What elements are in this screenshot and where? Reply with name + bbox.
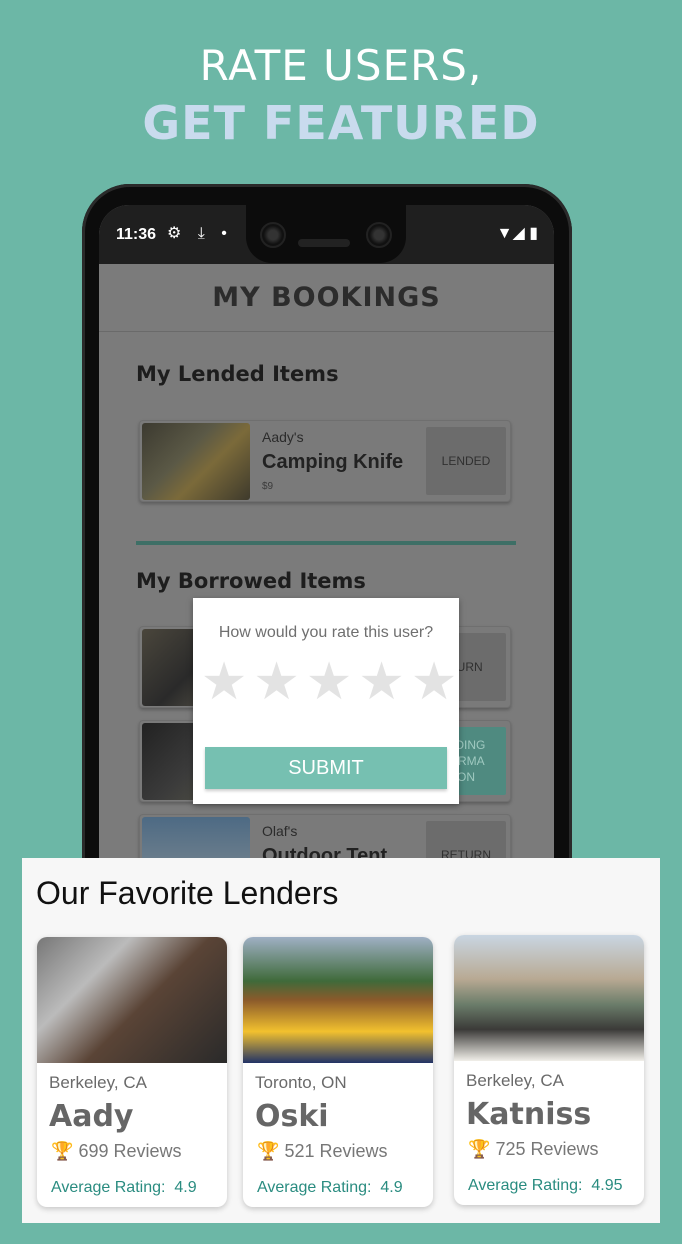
lender-rating: Average Rating: 4.95 [468, 1177, 623, 1194]
booking-card[interactable]: Aady's Camping Knife $9 LENDED [139, 420, 511, 502]
item-photo [142, 423, 250, 500]
lender-reviews: 🏆 725 Reviews [468, 1139, 599, 1159]
lender-name: Oski [255, 1099, 329, 1134]
lender-name: Aady [49, 1099, 134, 1134]
star-icon[interactable]: ★ [357, 654, 407, 710]
favorite-lenders-panel: Our Favorite Lenders Berkeley, CA Aady 🏆… [22, 858, 660, 1223]
submit-button[interactable]: SUBMIT [205, 747, 447, 789]
lender-avatar [243, 937, 433, 1063]
trophy-icon: 🏆 [51, 1141, 74, 1161]
item-price: $9 [262, 481, 274, 492]
star-icon[interactable]: ★ [252, 654, 302, 710]
status-signal-battery-icons: ▼◢ ▮ [496, 225, 538, 242]
star-icon[interactable]: ★ [304, 654, 354, 710]
lender-card[interactable]: Toronto, ON Oski 🏆 521 Reviews Average R… [243, 937, 433, 1207]
camera-icon [366, 222, 392, 248]
borrowed-section-title: My Borrowed Items [136, 569, 366, 593]
lender-card[interactable]: Berkeley, CA Katniss 🏆 725 Reviews Avera… [454, 935, 644, 1205]
headline-line-1: RATE USERS, [199, 41, 483, 90]
section-divider [136, 541, 516, 545]
camera-icon [260, 222, 286, 248]
lender-city: Berkeley, CA [466, 1071, 564, 1090]
trophy-icon: 🏆 [468, 1139, 491, 1159]
status-time: 11:36 [116, 226, 157, 243]
lended-status-button[interactable]: LENDED [426, 427, 506, 495]
lender-card[interactable]: Berkeley, CA Aady 🏆 699 Reviews Average … [37, 937, 227, 1207]
camera-notch [246, 205, 406, 263]
lended-section-title: My Lended Items [136, 362, 339, 386]
lender-city: Berkeley, CA [49, 1073, 147, 1092]
status-notification-icons: ⚙ ⤓ • [167, 225, 233, 242]
headline-line-2: GET FEATURED [142, 96, 540, 150]
lender-reviews: 🏆 521 Reviews [257, 1141, 388, 1161]
page-title: MY BOOKINGS [99, 264, 554, 332]
trophy-icon: 🏆 [257, 1141, 280, 1161]
lender-city: Toronto, ON [255, 1073, 347, 1092]
speaker-grille [298, 239, 350, 247]
lender-avatar [37, 937, 227, 1063]
lender-rating: Average Rating: 4.9 [51, 1179, 197, 1196]
item-name: Camping Knife [262, 451, 404, 473]
item-owner: Aady's [262, 429, 304, 445]
lender-name: Katniss [466, 1097, 592, 1132]
item-owner: Olaf's [262, 823, 298, 839]
status-bar: 11:36 ⚙ ⤓ • ▼◢ ▮ [99, 205, 554, 264]
lender-reviews: 🏆 699 Reviews [51, 1141, 182, 1161]
star-icon[interactable]: ★ [409, 654, 459, 710]
lender-rating: Average Rating: 4.9 [257, 1179, 403, 1196]
rating-question: How would you rate this user? [218, 624, 434, 641]
lender-avatar [454, 935, 644, 1061]
favorites-title: Our Favorite Lenders [36, 875, 339, 911]
star-icon[interactable]: ★ [199, 654, 249, 710]
headline: RATE USERS, GET FEATURED [0, 38, 682, 152]
star-rating[interactable]: ★ ★ ★ ★ ★ [199, 654, 459, 710]
rating-dialog: How would you rate this user? ★ ★ ★ ★ ★ … [193, 598, 459, 804]
